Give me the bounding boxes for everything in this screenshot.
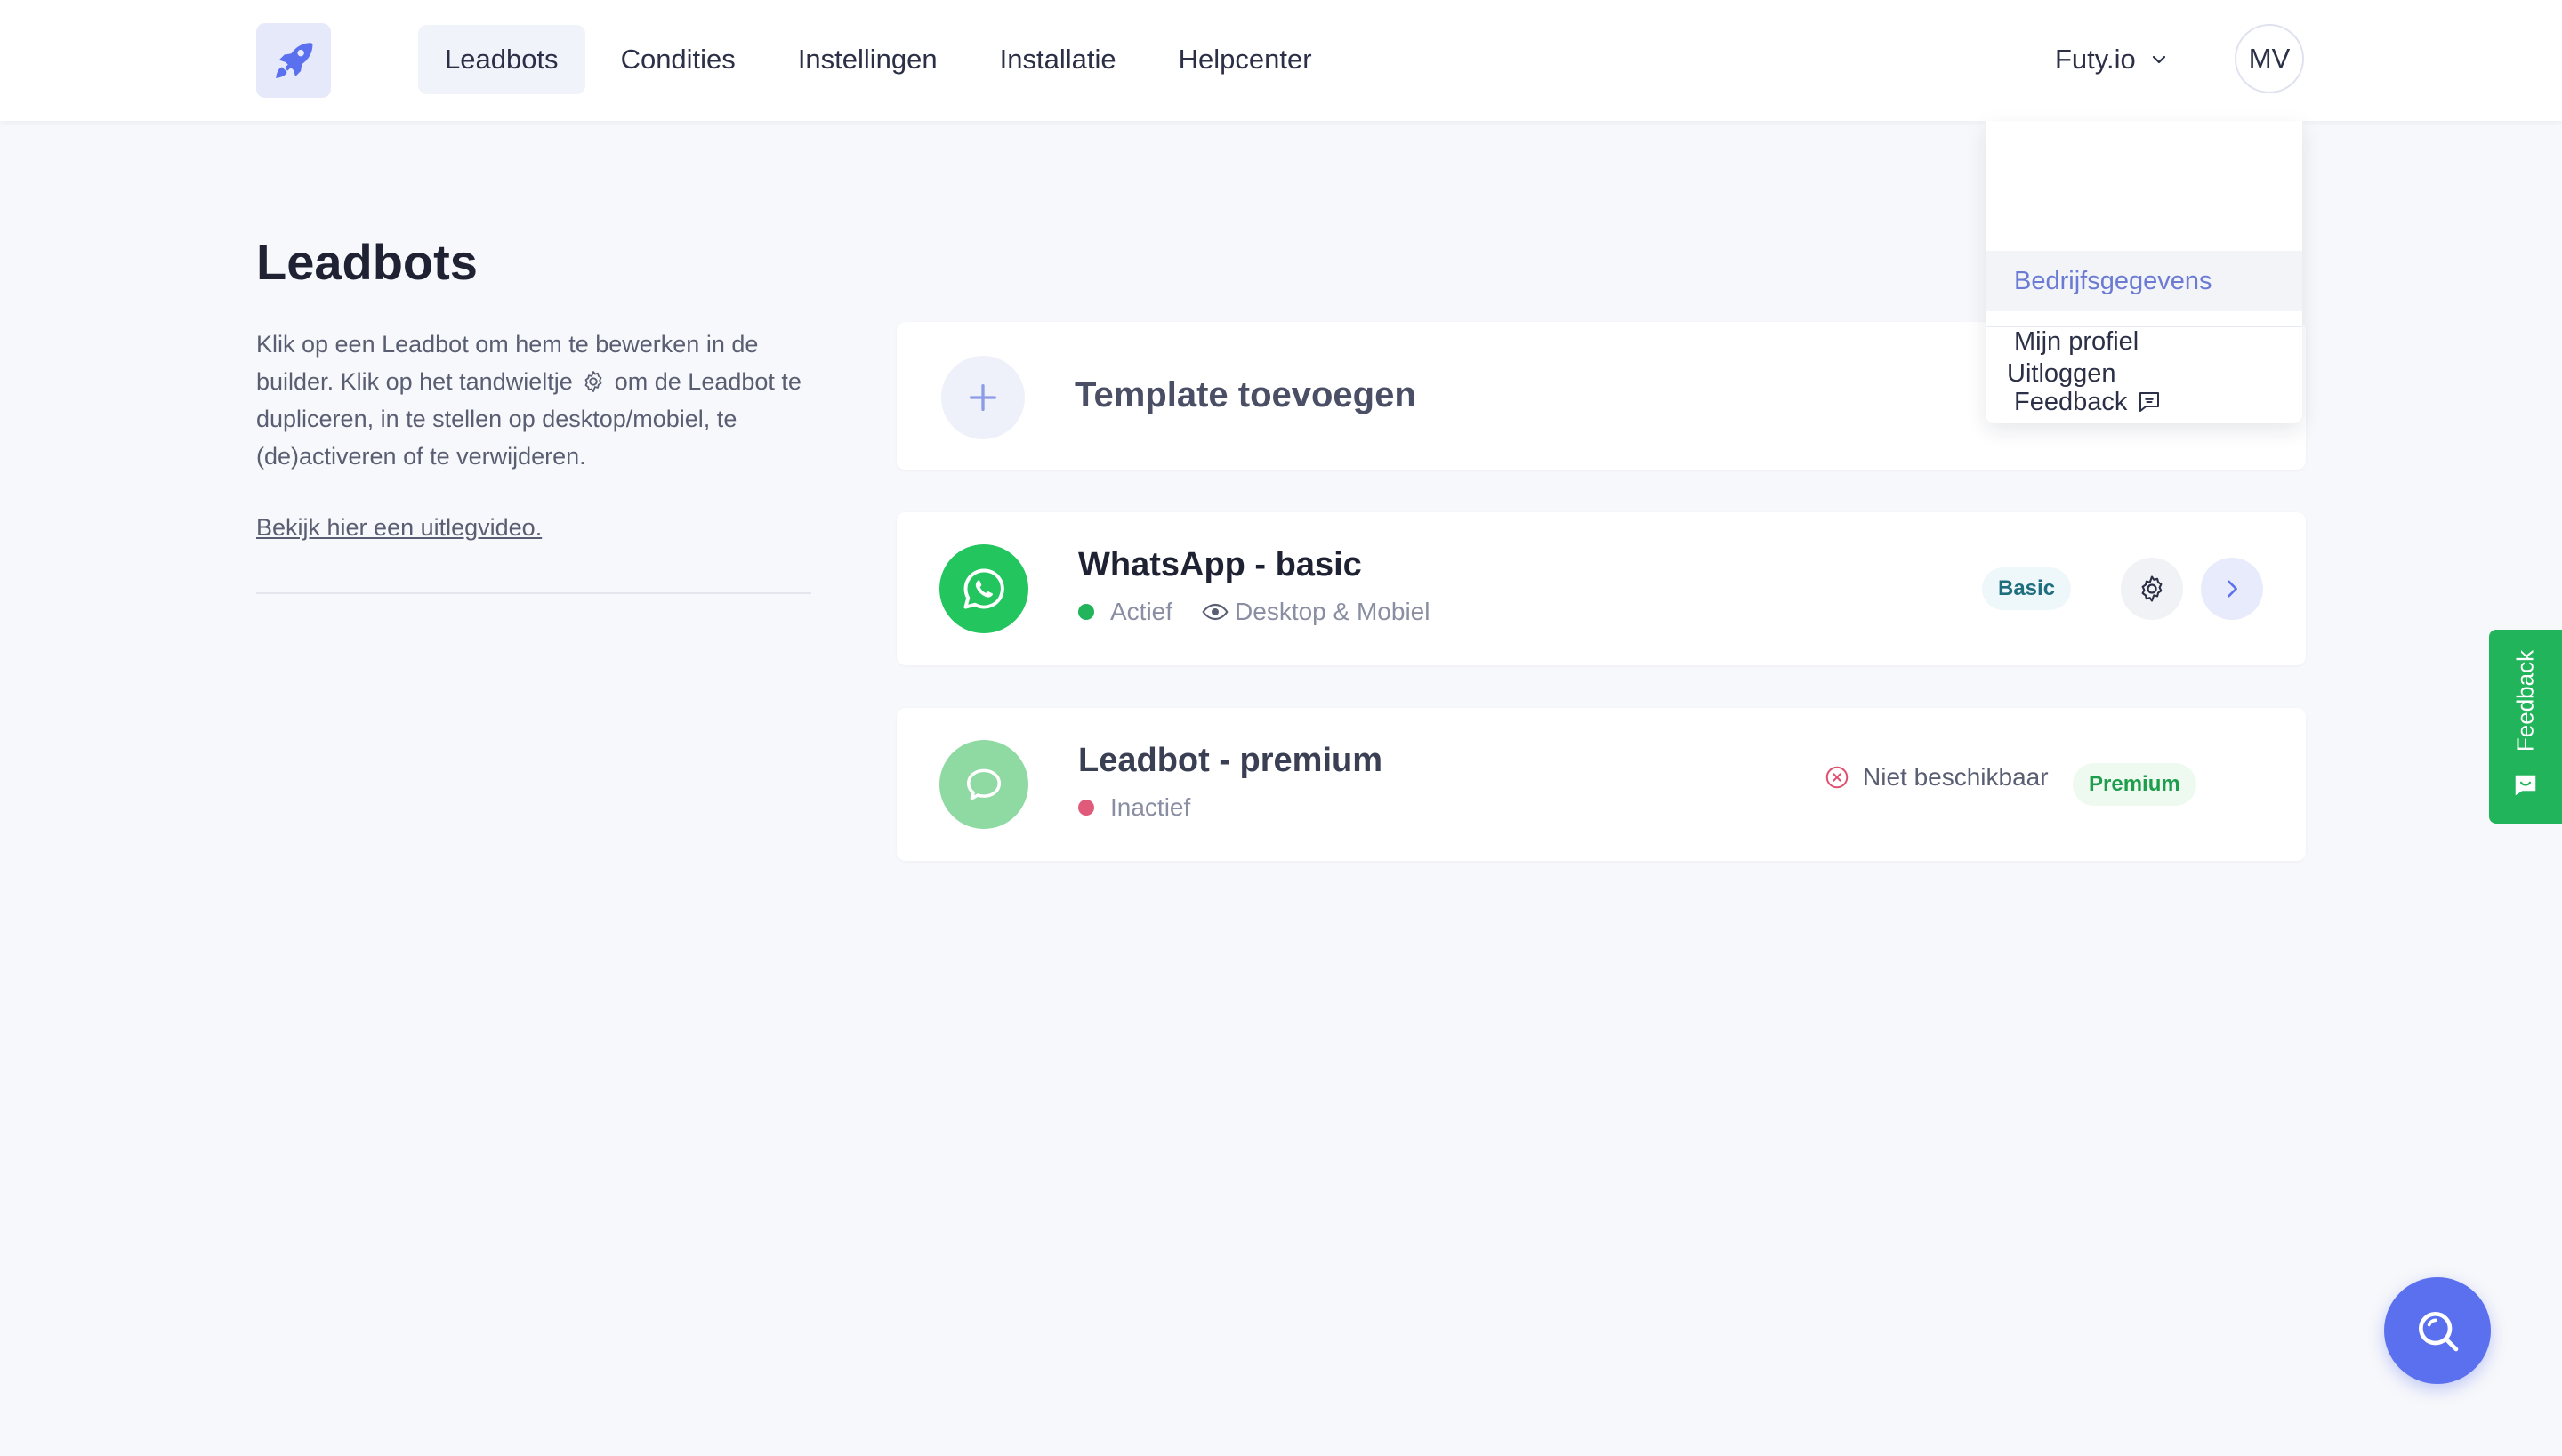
- leadbot-settings-button[interactable]: [2121, 558, 2183, 620]
- intro-text: Klik op een Leadbot om hem te bewerken i…: [256, 326, 826, 475]
- leadbot-name: WhatsApp - basic: [1078, 546, 1362, 583]
- account-dropdown-menu: Bedrijfsgegevens Mijn profiel Feedback U…: [1986, 121, 2302, 423]
- nav-leadbots[interactable]: Leadbots: [418, 25, 585, 94]
- menu-item-label: Bedrijfsgegevens: [2014, 266, 2212, 295]
- feedback-tab-label: Feedback: [2511, 649, 2539, 752]
- chat-bubble-icon: [939, 740, 1028, 829]
- add-template-button[interactable]: [941, 356, 1025, 439]
- status-label: Inactief: [1110, 793, 1191, 821]
- top-navigation-bar: Leadbots Condities Instellingen Installa…: [0, 0, 2562, 121]
- nav-condities[interactable]: Condities: [594, 25, 762, 94]
- plan-badge-premium: Premium: [2073, 763, 2196, 806]
- leadbot-name: Leadbot - premium: [1078, 742, 1383, 779]
- leadbot-meta: Actief Desktop & Mobiel: [1078, 598, 1430, 626]
- help-search-button[interactable]: [2384, 1277, 2491, 1384]
- whatsapp-icon: [939, 544, 1028, 633]
- account-switcher[interactable]: Futy.io: [2055, 25, 2170, 94]
- gear-icon: [584, 371, 602, 392]
- leadbot-card-whatsapp-basic[interactable]: WhatsApp - basic Actief Desktop & Mobiel…: [897, 512, 2306, 665]
- explainer-video-link[interactable]: Bekijk hier een uitlegvideo.: [256, 514, 542, 542]
- rocket-logo-icon[interactable]: [256, 23, 331, 98]
- section-divider: [256, 592, 811, 594]
- availability-indicator: Niet beschikbaar: [1824, 763, 2049, 792]
- menu-item-bedrijfsgegevens[interactable]: Bedrijfsgegevens: [1986, 251, 2302, 311]
- feedback-side-tab[interactable]: Feedback: [2489, 630, 2562, 824]
- chevron-right-icon: [2228, 580, 2237, 598]
- status-label: Actief: [1110, 598, 1173, 625]
- visibility-label: Desktop & Mobiel: [1235, 598, 1430, 625]
- add-template-label: Template toevoegen: [1075, 375, 1416, 414]
- chevron-down-icon: [2152, 55, 2165, 64]
- leadbot-meta: Inactief: [1078, 793, 1190, 822]
- logout-button[interactable]: Uitloggen: [1986, 343, 2302, 404]
- circle-x-icon: [1825, 766, 1849, 789]
- feedback-message-icon: [2515, 775, 2536, 796]
- nav-helpcenter[interactable]: Helpcenter: [1152, 25, 1339, 94]
- availability-label: Niet beschikbaar: [1863, 763, 2049, 791]
- account-name: Futy.io: [2055, 44, 2136, 75]
- open-leadbot-button[interactable]: [2201, 558, 2263, 620]
- page-title: Leadbots: [256, 234, 478, 290]
- nav-installatie[interactable]: Installatie: [973, 25, 1143, 94]
- status-dot-active: [1078, 604, 1094, 620]
- plus-icon: [970, 384, 996, 411]
- nav-instellingen[interactable]: Instellingen: [771, 25, 964, 94]
- search-icon: [2419, 1312, 2459, 1352]
- menu-divider: [1986, 326, 2302, 327]
- plan-badge-basic: Basic: [1982, 567, 2072, 610]
- leadbot-card-premium[interactable]: Leadbot - premium Inactief Niet beschikb…: [897, 708, 2306, 861]
- gear-icon: [2141, 575, 2163, 602]
- status-dot-inactive: [1078, 800, 1094, 816]
- main-nav: Leadbots Condities Instellingen Installa…: [418, 25, 1339, 94]
- logout-label: Uitloggen: [2007, 358, 2116, 388]
- avatar[interactable]: MV: [2235, 24, 2304, 93]
- eye-icon: [1202, 603, 1229, 621]
